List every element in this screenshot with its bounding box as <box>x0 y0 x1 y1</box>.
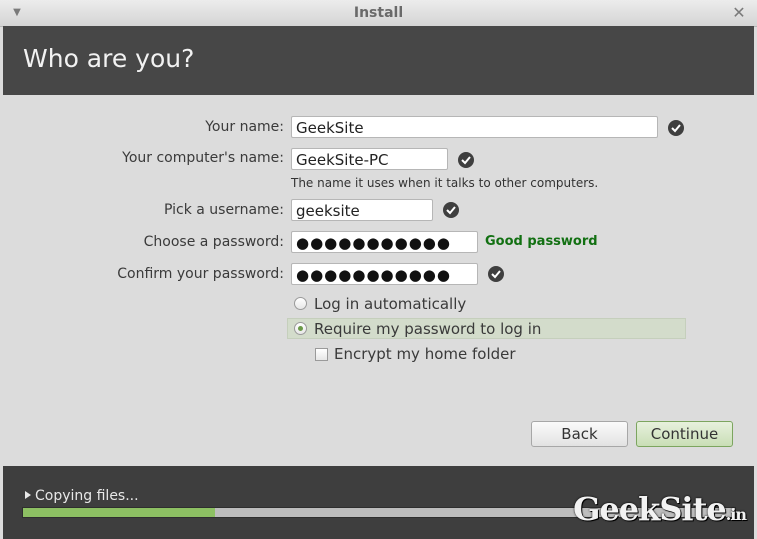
encrypt-home-checkbox[interactable] <box>315 348 328 361</box>
require-password-label[interactable]: Require my password to log in <box>314 320 541 338</box>
login-automatically-label[interactable]: Log in automatically <box>314 295 466 313</box>
user-form: Your name: GeekSite Your computer's name… <box>0 95 757 465</box>
close-icon[interactable]: ✕ <box>731 5 747 21</box>
page-header: Who are you? <box>3 26 754 95</box>
username-field[interactable]: geeksite <box>291 199 433 221</box>
back-button[interactable]: Back <box>531 421 628 447</box>
status-expander[interactable]: Copying files... <box>25 488 139 504</box>
encrypt-home-label[interactable]: Encrypt my home folder <box>334 345 516 363</box>
continue-button[interactable]: Continue <box>636 421 733 447</box>
computer-name-field[interactable]: GeekSite-PC <box>291 148 448 170</box>
name-field[interactable]: GeekSite <box>291 116 658 138</box>
title-bar[interactable]: ▼ Install ✕ <box>0 0 757 27</box>
watermark-logo: GeekSite.in <box>573 490 747 528</box>
check-circle-icon <box>488 266 504 282</box>
password-label: Choose a password: <box>143 234 284 250</box>
username-label: Pick a username: <box>163 202 284 218</box>
progress-fill <box>23 508 216 517</box>
status-text: Copying files... <box>35 488 139 504</box>
computer-name-label: Your computer's name: <box>122 150 284 166</box>
check-circle-icon <box>668 120 684 136</box>
page-title: Who are you? <box>23 44 195 73</box>
expander-triangle-icon <box>25 491 31 499</box>
progress-footer: Copying files... GeekSite.in <box>3 466 754 539</box>
confirm-password-label: Confirm your password: <box>117 266 284 282</box>
computer-name-hint: The name it uses when it talks to other … <box>291 176 599 190</box>
login-automatically-radio[interactable] <box>294 297 307 310</box>
watermark-suffix: .in <box>725 505 747 524</box>
watermark-text: GeekSite <box>573 490 727 528</box>
check-circle-icon <box>443 202 459 218</box>
password-field[interactable]: ●●●●●●●●●●● <box>291 231 478 253</box>
check-circle-icon <box>458 152 474 168</box>
window-title: Install <box>353 5 404 21</box>
require-password-radio[interactable] <box>294 322 307 335</box>
installer-window: ▼ Install ✕ Who are you? Your name: Geek… <box>0 0 757 539</box>
password-strength-label: Good password <box>485 234 598 249</box>
confirm-password-field[interactable]: ●●●●●●●●●●● <box>291 263 478 285</box>
name-label: Your name: <box>205 119 284 135</box>
